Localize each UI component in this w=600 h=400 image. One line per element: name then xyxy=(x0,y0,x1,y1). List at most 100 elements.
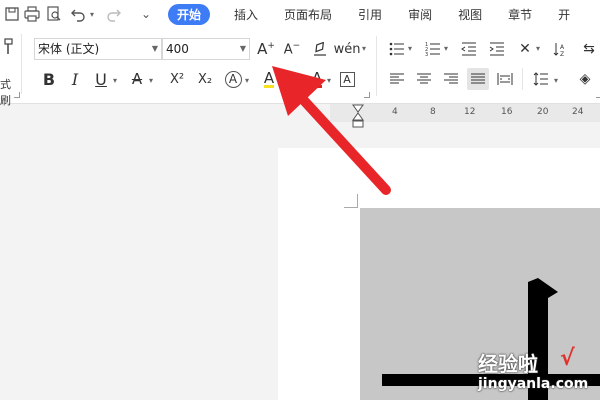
svg-text:A: A xyxy=(560,44,565,51)
font-name-value: 宋体 (正文) xyxy=(38,42,100,56)
text-effect-button[interactable]: A xyxy=(222,68,244,90)
shading-button[interactable]: ◈ xyxy=(574,68,596,90)
decrease-indent-button[interactable] xyxy=(458,38,480,60)
format-painter-icon xyxy=(2,38,14,60)
text-effect-dropdown-icon[interactable]: ▾ xyxy=(245,76,249,85)
font-color-icon: A xyxy=(311,68,323,88)
decrease-font-size-button[interactable]: A− xyxy=(281,38,303,60)
highlight-icon: A xyxy=(263,68,275,88)
phonetic-guide-icon: wén xyxy=(333,41,361,57)
chinese-layout-dropdown-icon[interactable]: ▾ xyxy=(536,44,540,53)
subscript-button[interactable]: X₂ xyxy=(194,68,216,90)
superscript-icon: X² xyxy=(169,71,185,87)
save-icon[interactable] xyxy=(2,4,22,24)
page-margin-marker xyxy=(344,194,358,208)
align-right-button[interactable] xyxy=(440,68,462,90)
distributed-align-button[interactable] xyxy=(494,68,516,90)
bullet-dropdown-icon[interactable]: ▾ xyxy=(408,44,412,53)
chevron-down-icon: ▼ xyxy=(151,44,158,53)
sort-button[interactable]: AZ xyxy=(550,38,572,60)
strikethrough-icon: A xyxy=(131,70,143,88)
clear-formatting-button[interactable] xyxy=(309,38,331,60)
line-spacing-icon xyxy=(533,72,548,86)
highlight-button[interactable]: A xyxy=(258,68,280,90)
italic-icon: I xyxy=(71,69,79,89)
increase-font-size-icon: A+ xyxy=(257,40,275,58)
chinese-layout-icon: ✕ xyxy=(519,41,531,57)
menu-tabs: 开始 插入 页面布局 引用 审阅 视图 章节 开 xyxy=(168,0,596,28)
format-painter-button[interactable]: 式刷 xyxy=(0,34,22,107)
phonetic-guide-button[interactable]: wén xyxy=(333,38,361,60)
tab-view[interactable]: 视图 xyxy=(458,6,482,23)
font-color-button[interactable]: A xyxy=(306,68,328,90)
ruler-number: 4 xyxy=(392,107,398,117)
increase-indent-button[interactable] xyxy=(486,38,508,60)
tab-review[interactable]: 审阅 xyxy=(408,6,432,23)
underline-dropdown-icon[interactable]: ▾ xyxy=(113,76,117,85)
watermark-text: 经验啦 xyxy=(478,352,538,376)
bold-button[interactable]: B xyxy=(38,68,60,90)
indent-marker-icon[interactable] xyxy=(352,104,364,128)
align-left-icon xyxy=(390,73,404,84)
subscript-icon: X₂ xyxy=(197,71,213,87)
ruler-number: 24 xyxy=(572,107,584,117)
distributed-align-icon xyxy=(497,73,513,85)
numbered-list-icon: 123 xyxy=(425,42,440,56)
strikethrough-button[interactable]: A xyxy=(126,68,148,90)
checkmark-icon: √ xyxy=(560,346,575,371)
chinese-layout-button[interactable]: ✕ xyxy=(514,38,536,60)
tab-start[interactable]: 开始 xyxy=(168,3,211,25)
line-spacing-button[interactable] xyxy=(530,68,552,90)
paint-bucket-icon: ◈ xyxy=(579,71,591,87)
justify-button[interactable] xyxy=(467,68,489,90)
text-effect-icon: A xyxy=(224,70,242,88)
title-toolbar: ▾ ⌄ 开始 插入 页面布局 引用 审阅 视图 章节 开 xyxy=(0,0,600,28)
clipboard-dialog-launcher[interactable] xyxy=(14,92,20,98)
align-center-icon xyxy=(417,73,431,84)
tab-page-layout[interactable]: 页面布局 xyxy=(284,6,332,23)
sort-icon: AZ xyxy=(553,43,565,56)
numbered-list-button[interactable]: 123 xyxy=(422,38,444,60)
chevron-down-icon: ▼ xyxy=(239,44,246,53)
tab-more[interactable]: 开 xyxy=(558,6,570,23)
underline-button[interactable]: U xyxy=(90,68,112,90)
align-left-button[interactable] xyxy=(386,68,408,90)
ruler-number: 12 xyxy=(464,107,476,117)
font-size-select[interactable]: 400 ▼ xyxy=(162,38,250,60)
font-color-dropdown-icon[interactable]: ▾ xyxy=(327,76,331,85)
ribbon-separator xyxy=(376,36,377,96)
justify-icon xyxy=(471,73,485,84)
print-icon[interactable] xyxy=(22,4,42,24)
underline-icon: U xyxy=(95,69,107,89)
decrease-indent-icon xyxy=(461,42,476,56)
increase-font-size-button[interactable]: A+ xyxy=(255,38,277,60)
align-right-icon xyxy=(444,73,458,84)
italic-button[interactable]: I xyxy=(64,68,86,90)
tab-insert[interactable]: 插入 xyxy=(234,6,258,23)
line-spacing-dropdown-icon[interactable]: ▾ xyxy=(554,76,558,85)
align-center-button[interactable] xyxy=(413,68,435,90)
character-border-button[interactable]: A xyxy=(336,68,358,90)
show-marks-button[interactable]: ⇆ xyxy=(578,38,600,60)
tab-section[interactable]: 章节 xyxy=(508,6,532,23)
print-preview-icon[interactable] xyxy=(44,4,64,24)
ruler-number: 8 xyxy=(430,107,436,117)
customize-icon[interactable]: ⌄ xyxy=(136,4,156,24)
phonetic-dropdown-icon[interactable]: ▾ xyxy=(362,44,366,53)
strikethrough-dropdown-icon[interactable]: ▾ xyxy=(149,76,153,85)
superscript-button[interactable]: X² xyxy=(166,68,188,90)
ribbon-separator xyxy=(522,68,523,90)
paragraph-dialog-launcher[interactable] xyxy=(596,92,600,98)
bullet-list-button[interactable] xyxy=(386,38,408,60)
redo-icon[interactable] xyxy=(104,4,124,24)
font-name-select[interactable]: 宋体 (正文) ▼ xyxy=(34,38,162,60)
svg-text:Z: Z xyxy=(560,51,564,56)
undo-dropdown-icon[interactable]: ▾ xyxy=(90,10,94,19)
undo-icon[interactable] xyxy=(68,4,88,24)
bold-icon: B xyxy=(42,69,56,89)
bullet-list-icon xyxy=(389,42,404,56)
horizontal-ruler[interactable]: 4 8 12 16 20 24 xyxy=(330,104,600,122)
numbering-dropdown-icon[interactable]: ▾ xyxy=(444,44,448,53)
font-dialog-launcher[interactable] xyxy=(364,92,370,98)
tab-references[interactable]: 引用 xyxy=(358,6,382,23)
